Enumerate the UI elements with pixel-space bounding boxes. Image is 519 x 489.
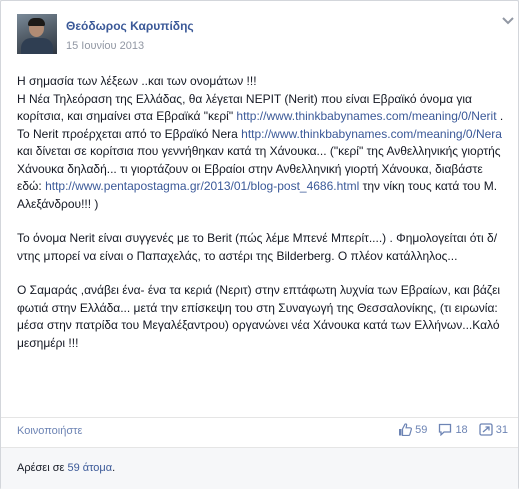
likes-count: 59: [415, 423, 428, 436]
post-body: Η σημασία των λέξεων ..και των ονομάτων …: [17, 73, 505, 369]
likes-prefix: Αρέσει σε: [17, 462, 68, 474]
likes-summary-text: Αρέσει σε 59 άτομα.: [17, 462, 115, 474]
post-header: Θεόδωρος Καρυπίδης 15 Ιουνίου 2013: [17, 14, 514, 58]
avatar[interactable]: [17, 14, 57, 54]
comments-stat[interactable]: 18: [438, 423, 468, 436]
link-nera[interactable]: http://www.thinkbabynames.com/meaning/0/…: [241, 127, 502, 141]
likes-suffix: .: [112, 462, 116, 474]
likes-people-link[interactable]: 59 άτομα: [67, 462, 112, 474]
share-icon: [479, 423, 493, 436]
post-headline: Η σημασία των λέξεων ..και των ονομάτων …: [17, 74, 257, 88]
likes-summary: Αρέσει σε 59 άτομα.: [1, 447, 518, 489]
link-nerit[interactable]: http://www.thinkbabynames.com/meaning/0/…: [236, 109, 496, 123]
paragraph-1: Η σημασία των λέξεων ..και των ονομάτων …: [17, 73, 505, 213]
shares-count: 31: [495, 423, 508, 436]
post-card: Θεόδωρος Καρυπίδης 15 Ιουνίου 2013 Η σημ…: [0, 0, 519, 489]
likes-stat[interactable]: 59: [398, 423, 427, 436]
share-button[interactable]: Κοινοποιήστε: [17, 425, 82, 437]
author-name[interactable]: Θεόδωρος Καρυπίδης: [66, 19, 194, 33]
post-date[interactable]: 15 Ιουνίου 2013: [66, 40, 144, 52]
link-pentapostagma[interactable]: http://www.pentapostagma.gr/2013/01/blog…: [45, 179, 359, 193]
chevron-down-icon[interactable]: [501, 16, 515, 26]
paragraph-3: Ο Σαμαράς ,ανάβει ένα- ένα τα κεριά (Νερ…: [17, 283, 501, 350]
shares-stat[interactable]: 31: [479, 423, 508, 436]
divider: [1, 417, 518, 418]
paragraph-2: Το όνομα Nerit είναι συγγενές με το Beri…: [17, 231, 498, 263]
post-stats: 59 18 31: [390, 423, 508, 439]
thumbs-up-icon: [399, 423, 413, 436]
comment-icon: [439, 423, 452, 436]
comments-count: 18: [455, 423, 468, 436]
